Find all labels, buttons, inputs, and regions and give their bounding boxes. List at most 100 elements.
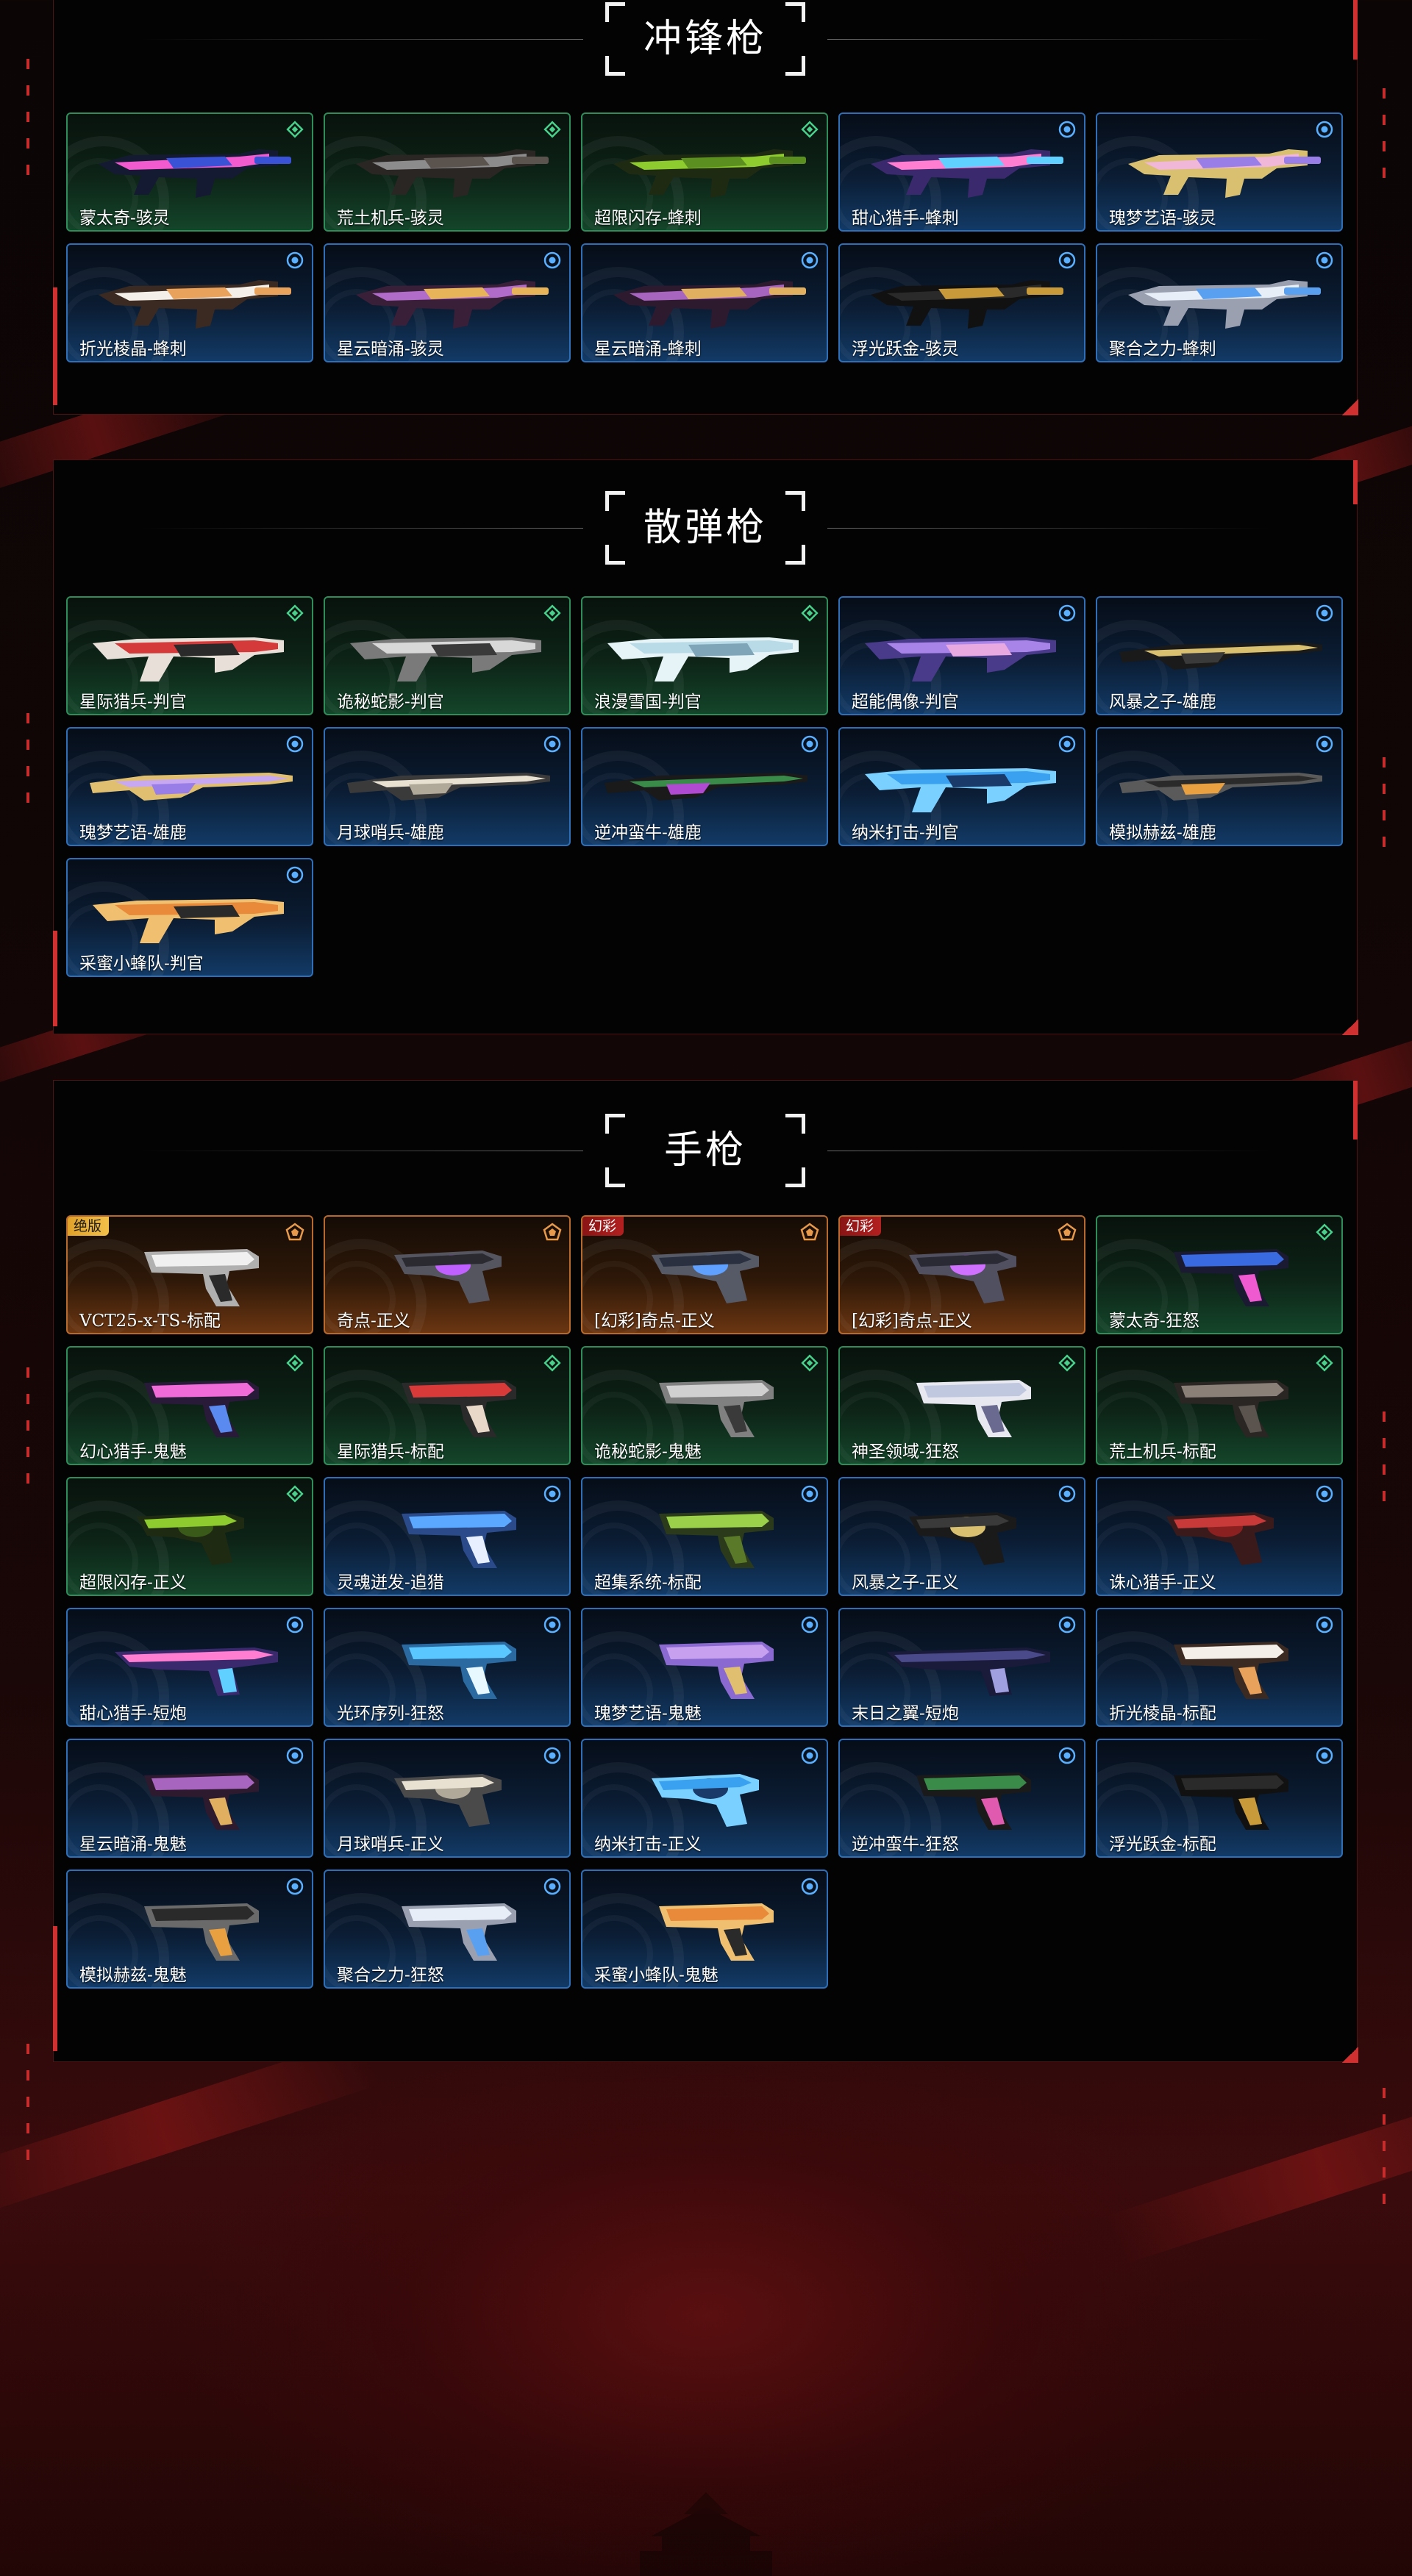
skin-card[interactable]: 采蜜小蜂队-判官 <box>66 858 313 977</box>
skin-card[interactable]: 纳米打击-判官 <box>838 727 1085 846</box>
weapon-image <box>99 280 291 329</box>
skin-card[interactable]: 纳米打击-正义 <box>581 1739 828 1858</box>
skin-card[interactable]: 幻彩 [幻彩]奇点-正义 <box>581 1215 828 1334</box>
weapon-image <box>350 637 541 681</box>
skin-card[interactable]: 奇点-正义 <box>324 1215 571 1334</box>
edition-badge: 绝版 <box>68 1217 110 1236</box>
skin-card[interactable]: 荒土机兵-骇灵 <box>324 112 571 232</box>
skin-card[interactable]: 光环序列-狂怒 <box>324 1608 571 1727</box>
side-marks-left <box>26 2044 31 2176</box>
skin-name: 星际猎兵-标配 <box>337 1442 444 1461</box>
skin-card[interactable]: 星云暗涌-鬼魅 <box>66 1739 313 1858</box>
skin-card[interactable]: 甜心猎手-短炮 <box>66 1608 313 1727</box>
skin-card[interactable]: 超能偶像-判官 <box>838 596 1085 715</box>
skin-name: 风暴之子-雄鹿 <box>1109 693 1216 712</box>
skin-card[interactable]: 浪漫雪国-判官 <box>581 596 828 715</box>
edition-badge: 幻彩 <box>840 1217 882 1236</box>
skin-card[interactable]: 蒙太奇-骇灵 <box>66 112 313 232</box>
weapon-image <box>909 1512 1016 1565</box>
skin-name: 星云暗涌-蜂刺 <box>594 340 702 359</box>
weapon-image <box>613 149 806 198</box>
skin-grid: 蒙太奇-骇灵 荒土机兵-骇灵 超限闪存-蜂刺 甜心猎手-蜂刺 瑰梦艺语-骇灵 折… <box>66 112 1343 362</box>
skin-card[interactable]: 星云暗涌-骇灵 <box>324 243 571 362</box>
skin-name: 浪漫雪国-判官 <box>594 693 702 712</box>
skin-card[interactable]: 星际猎兵-判官 <box>66 596 313 715</box>
section-edge <box>53 1926 57 2051</box>
skin-card[interactable]: 超限闪存-正义 <box>66 1477 313 1596</box>
weapon-image <box>652 1774 759 1827</box>
skin-name: 月球哨兵-雄鹿 <box>337 823 444 842</box>
weapon-image <box>402 1642 516 1699</box>
section-header: 冲锋枪 <box>54 2 1357 76</box>
skin-card[interactable]: 月球哨兵-正义 <box>324 1739 571 1858</box>
skin-name: 甜心猎手-短炮 <box>79 1704 187 1723</box>
section-shotgun: 散弹枪 星际猎兵-判官 诡秘蛇影-判官 浪漫雪国-判官 超能偶像-判官 风暴之子… <box>53 459 1358 1035</box>
skin-card[interactable]: 蒙太奇-狂怒 <box>1096 1215 1343 1334</box>
skin-name: 蒙太奇-狂怒 <box>1109 1312 1199 1331</box>
section-smg: 冲锋枪 蒙太奇-骇灵 荒土机兵-骇灵 超限闪存-蜂刺 甜心猎手-蜂刺 瑰梦艺语-… <box>53 0 1358 415</box>
skin-card[interactable]: 模拟赫兹-鬼魅 <box>66 1870 313 1989</box>
section-corner <box>1342 399 1358 415</box>
skin-card[interactable]: 甜心猎手-蜂刺 <box>838 112 1085 232</box>
skin-card[interactable]: 折光棱晶-标配 <box>1096 1608 1343 1727</box>
skin-name: 纳米打击-正义 <box>594 1835 702 1854</box>
skin-card[interactable]: 星云暗涌-蜂刺 <box>581 243 828 362</box>
skin-name: 月球哨兵-正义 <box>337 1835 444 1854</box>
skin-card[interactable]: 荒土机兵-标配 <box>1096 1346 1343 1465</box>
skin-card[interactable]: 星际猎兵-标配 <box>324 1346 571 1465</box>
weapon-image <box>1128 149 1321 198</box>
section-header: 手枪 <box>54 1114 1357 1187</box>
skin-name: 蒙太奇-骇灵 <box>79 209 170 228</box>
skin-name: 幻心猎手-鬼魅 <box>79 1442 187 1461</box>
skin-name: 诡秘蛇影-判官 <box>337 693 444 712</box>
skin-card[interactable]: 瑰梦艺语-骇灵 <box>1096 112 1343 232</box>
skin-card[interactable]: 诡秘蛇影-判官 <box>324 596 571 715</box>
weapon-image <box>93 637 284 681</box>
skin-name: 诛心猎手-正义 <box>1109 1573 1216 1592</box>
skin-card[interactable]: 超集系统-标配 <box>581 1477 828 1596</box>
skin-card[interactable]: 末日之翼-短炮 <box>838 1608 1085 1727</box>
skin-card[interactable]: 诛心猎手-正义 <box>1096 1477 1343 1596</box>
skin-name: 奇点-正义 <box>337 1312 410 1331</box>
skin-card[interactable]: 逆冲蛮牛-雄鹿 <box>581 727 828 846</box>
weapon-image <box>865 768 1056 812</box>
skin-grid: 绝版 VCT25-x-TS-标配 奇点-正义 幻彩 [幻彩]奇点-正义 幻彩 [幻彩]… <box>66 1215 1343 1989</box>
section-header: 散弹枪 <box>54 491 1357 565</box>
side-marks-right <box>1383 1412 1387 1517</box>
weapon-image <box>871 280 1063 329</box>
skin-card[interactable]: 神圣领域-狂怒 <box>838 1346 1085 1465</box>
skin-card[interactable]: 超限闪存-蜂刺 <box>581 112 828 232</box>
skin-card[interactable]: 绝版 VCT25-x-TS-标配 <box>66 1215 313 1334</box>
weapon-image <box>1174 1249 1288 1306</box>
skin-card[interactable]: 折光棱晶-蜂刺 <box>66 243 313 362</box>
skin-name: VCT25-x-TS-标配 <box>79 1312 221 1331</box>
weapon-image <box>1174 1642 1288 1699</box>
skin-name: 模拟赫兹-雄鹿 <box>1109 823 1216 842</box>
skin-name: 光环序列-狂怒 <box>337 1704 444 1723</box>
skin-card[interactable]: 灵魂迸发-追猎 <box>324 1477 571 1596</box>
skin-card[interactable]: 聚合之力-狂怒 <box>324 1870 571 1989</box>
skin-card[interactable]: 瑰梦艺语-鬼魅 <box>581 1608 828 1727</box>
skin-card[interactable]: 浮光跃金-骇灵 <box>838 243 1085 362</box>
skin-card[interactable]: 模拟赫兹-雄鹿 <box>1096 727 1343 846</box>
weapon-image <box>356 280 549 329</box>
skin-card[interactable]: 诡秘蛇影-鬼魅 <box>581 1346 828 1465</box>
skin-card[interactable]: 风暴之子-正义 <box>838 1477 1085 1596</box>
skin-card[interactable]: 月球哨兵-雄鹿 <box>324 727 571 846</box>
skin-card[interactable]: 幻心猎手-鬼魅 <box>66 1346 313 1465</box>
skin-card[interactable]: 浮光跃金-标配 <box>1096 1739 1343 1858</box>
weapon-image <box>144 1903 259 1961</box>
skin-card[interactable]: 风暴之子-雄鹿 <box>1096 596 1343 715</box>
skin-card[interactable]: 采蜜小蜂队-鬼魅 <box>581 1870 828 1989</box>
bg-streak <box>1105 2080 1412 2265</box>
bg-streak <box>0 2036 380 2221</box>
section-title: 手枪 <box>663 1128 746 1173</box>
skin-card[interactable]: 逆冲蛮牛-狂怒 <box>838 1739 1085 1858</box>
skin-name: [幻彩]奇点-正义 <box>852 1312 972 1331</box>
skin-card[interactable]: 幻彩 [幻彩]奇点-正义 <box>838 1215 1085 1334</box>
skin-card[interactable]: 瑰梦艺语-雄鹿 <box>66 727 313 846</box>
skin-card[interactable]: 聚合之力-蜂刺 <box>1096 243 1343 362</box>
weapon-image <box>402 1903 516 1961</box>
weapon-image <box>605 773 807 801</box>
skin-name: 聚合之力-蜂刺 <box>1109 340 1216 359</box>
